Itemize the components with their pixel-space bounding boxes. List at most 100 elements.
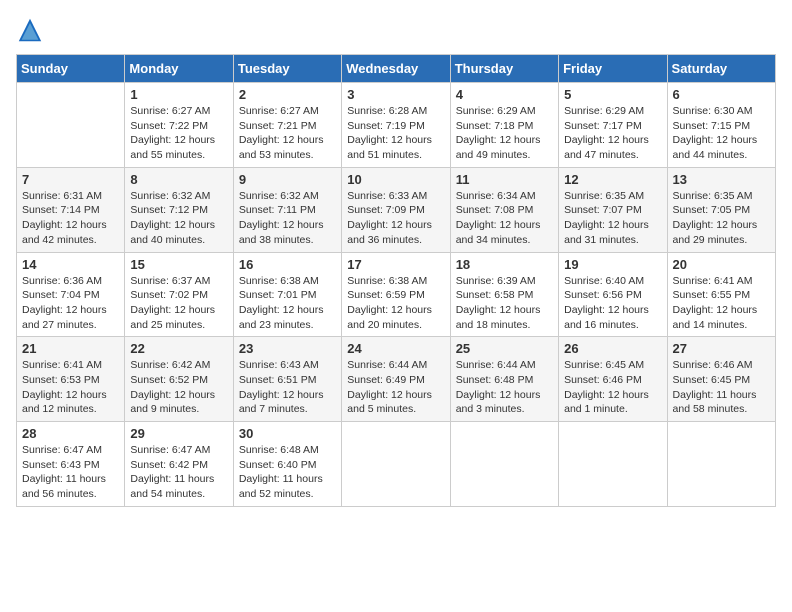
day-number: 11 — [456, 172, 553, 187]
day-info: Sunrise: 6:27 AMSunset: 7:22 PMDaylight:… — [130, 104, 227, 163]
calendar-cell: 17 Sunrise: 6:38 AMSunset: 6:59 PMDayligh… — [342, 252, 450, 337]
calendar-cell: 22 Sunrise: 6:42 AMSunset: 6:52 PMDayligh… — [125, 337, 233, 422]
day-info: Sunrise: 6:40 AMSunset: 6:56 PMDaylight:… — [564, 274, 661, 333]
logo-icon — [16, 16, 44, 44]
day-info: Sunrise: 6:44 AMSunset: 6:48 PMDaylight:… — [456, 358, 553, 417]
day-info: Sunrise: 6:28 AMSunset: 7:19 PMDaylight:… — [347, 104, 444, 163]
day-of-week-header: Saturday — [667, 55, 775, 83]
day-info: Sunrise: 6:29 AMSunset: 7:17 PMDaylight:… — [564, 104, 661, 163]
day-number: 22 — [130, 341, 227, 356]
day-number: 16 — [239, 257, 336, 272]
day-number: 29 — [130, 426, 227, 441]
day-info: Sunrise: 6:48 AMSunset: 6:40 PMDaylight:… — [239, 443, 336, 502]
day-info: Sunrise: 6:35 AMSunset: 7:07 PMDaylight:… — [564, 189, 661, 248]
day-number: 4 — [456, 87, 553, 102]
day-info: Sunrise: 6:38 AMSunset: 6:59 PMDaylight:… — [347, 274, 444, 333]
day-of-week-header: Friday — [559, 55, 667, 83]
day-of-week-header: Thursday — [450, 55, 558, 83]
day-info: Sunrise: 6:46 AMSunset: 6:45 PMDaylight:… — [673, 358, 770, 417]
day-info: Sunrise: 6:45 AMSunset: 6:46 PMDaylight:… — [564, 358, 661, 417]
day-number: 20 — [673, 257, 770, 272]
day-number: 26 — [564, 341, 661, 356]
day-info: Sunrise: 6:41 AMSunset: 6:53 PMDaylight:… — [22, 358, 119, 417]
calendar-cell: 4 Sunrise: 6:29 AMSunset: 7:18 PMDaylight… — [450, 83, 558, 168]
calendar-cell: 11 Sunrise: 6:34 AMSunset: 7:08 PMDayligh… — [450, 167, 558, 252]
day-number: 9 — [239, 172, 336, 187]
calendar-week-row: 14 Sunrise: 6:36 AMSunset: 7:04 PMDayligh… — [17, 252, 776, 337]
day-info: Sunrise: 6:36 AMSunset: 7:04 PMDaylight:… — [22, 274, 119, 333]
calendar-cell: 19 Sunrise: 6:40 AMSunset: 6:56 PMDayligh… — [559, 252, 667, 337]
day-number: 15 — [130, 257, 227, 272]
day-info: Sunrise: 6:43 AMSunset: 6:51 PMDaylight:… — [239, 358, 336, 417]
day-number: 24 — [347, 341, 444, 356]
day-of-week-header: Sunday — [17, 55, 125, 83]
calendar-cell — [342, 422, 450, 507]
day-info: Sunrise: 6:44 AMSunset: 6:49 PMDaylight:… — [347, 358, 444, 417]
day-info: Sunrise: 6:47 AMSunset: 6:43 PMDaylight:… — [22, 443, 119, 502]
day-number: 8 — [130, 172, 227, 187]
calendar-cell: 7 Sunrise: 6:31 AMSunset: 7:14 PMDaylight… — [17, 167, 125, 252]
calendar-week-row: 1 Sunrise: 6:27 AMSunset: 7:22 PMDaylight… — [17, 83, 776, 168]
day-info: Sunrise: 6:38 AMSunset: 7:01 PMDaylight:… — [239, 274, 336, 333]
day-info: Sunrise: 6:33 AMSunset: 7:09 PMDaylight:… — [347, 189, 444, 248]
calendar-cell: 3 Sunrise: 6:28 AMSunset: 7:19 PMDaylight… — [342, 83, 450, 168]
calendar-cell: 13Sunrise: 6:35 AMSunset: 7:05 PMDayligh… — [667, 167, 775, 252]
calendar-cell: 12 Sunrise: 6:35 AMSunset: 7:07 PMDayligh… — [559, 167, 667, 252]
logo — [16, 16, 48, 44]
day-number: 30 — [239, 426, 336, 441]
day-info: Sunrise: 6:29 AMSunset: 7:18 PMDaylight:… — [456, 104, 553, 163]
day-number: 6 — [673, 87, 770, 102]
calendar-cell: 21 Sunrise: 6:41 AMSunset: 6:53 PMDayligh… — [17, 337, 125, 422]
calendar-header-row: SundayMondayTuesdayWednesdayThursdayFrid… — [17, 55, 776, 83]
day-number: 5 — [564, 87, 661, 102]
calendar-cell: 1 Sunrise: 6:27 AMSunset: 7:22 PMDaylight… — [125, 83, 233, 168]
calendar-cell: 2 Sunrise: 6:27 AMSunset: 7:21 PMDaylight… — [233, 83, 341, 168]
day-number: 19 — [564, 257, 661, 272]
day-info: Sunrise: 6:41 AMSunset: 6:55 PMDaylight:… — [673, 274, 770, 333]
day-info: Sunrise: 6:31 AMSunset: 7:14 PMDaylight:… — [22, 189, 119, 248]
day-info: Sunrise: 6:34 AMSunset: 7:08 PMDaylight:… — [456, 189, 553, 248]
calendar-cell: 24 Sunrise: 6:44 AMSunset: 6:49 PMDayligh… — [342, 337, 450, 422]
day-number: 7 — [22, 172, 119, 187]
day-info: Sunrise: 6:47 AMSunset: 6:42 PMDaylight:… — [130, 443, 227, 502]
day-number: 12 — [564, 172, 661, 187]
day-number: 25 — [456, 341, 553, 356]
day-number: 2 — [239, 87, 336, 102]
day-number: 23 — [239, 341, 336, 356]
day-number: 14 — [22, 257, 119, 272]
calendar-week-row: 21 Sunrise: 6:41 AMSunset: 6:53 PMDayligh… — [17, 337, 776, 422]
day-number: 1 — [130, 87, 227, 102]
calendar-cell: 9 Sunrise: 6:32 AMSunset: 7:11 PMDaylight… — [233, 167, 341, 252]
day-info: Sunrise: 6:35 AMSunset: 7:05 PMDaylight:… — [673, 189, 770, 248]
calendar-cell — [17, 83, 125, 168]
day-info: Sunrise: 6:42 AMSunset: 6:52 PMDaylight:… — [130, 358, 227, 417]
day-number: 18 — [456, 257, 553, 272]
calendar-cell: 28 Sunrise: 6:47 AMSunset: 6:43 PMDayligh… — [17, 422, 125, 507]
calendar-cell — [667, 422, 775, 507]
day-number: 21 — [22, 341, 119, 356]
calendar-cell: 14 Sunrise: 6:36 AMSunset: 7:04 PMDayligh… — [17, 252, 125, 337]
calendar-cell: 27 Sunrise: 6:46 AMSunset: 6:45 PMDayligh… — [667, 337, 775, 422]
day-number: 27 — [673, 341, 770, 356]
calendar-cell — [450, 422, 558, 507]
day-info: Sunrise: 6:32 AMSunset: 7:12 PMDaylight:… — [130, 189, 227, 248]
day-of-week-header: Wednesday — [342, 55, 450, 83]
day-of-week-header: Tuesday — [233, 55, 341, 83]
calendar-week-row: 28 Sunrise: 6:47 AMSunset: 6:43 PMDayligh… — [17, 422, 776, 507]
calendar-cell: 18Sunrise: 6:39 AMSunset: 6:58 PMDayligh… — [450, 252, 558, 337]
day-number: 10 — [347, 172, 444, 187]
calendar-week-row: 7 Sunrise: 6:31 AMSunset: 7:14 PMDaylight… — [17, 167, 776, 252]
day-number: 3 — [347, 87, 444, 102]
calendar-cell: 30 Sunrise: 6:48 AMSunset: 6:40 PMDayligh… — [233, 422, 341, 507]
calendar-cell: 23 Sunrise: 6:43 AMSunset: 6:51 PMDayligh… — [233, 337, 341, 422]
day-number: 17 — [347, 257, 444, 272]
day-of-week-header: Monday — [125, 55, 233, 83]
calendar-cell: 6Sunrise: 6:30 AMSunset: 7:15 PMDaylight… — [667, 83, 775, 168]
day-number: 28 — [22, 426, 119, 441]
day-info: Sunrise: 6:37 AMSunset: 7:02 PMDaylight:… — [130, 274, 227, 333]
day-info: Sunrise: 6:27 AMSunset: 7:21 PMDaylight:… — [239, 104, 336, 163]
calendar-table: SundayMondayTuesdayWednesdayThursdayFrid… — [16, 54, 776, 507]
day-info: Sunrise: 6:32 AMSunset: 7:11 PMDaylight:… — [239, 189, 336, 248]
calendar-cell: 16 Sunrise: 6:38 AMSunset: 7:01 PMDayligh… — [233, 252, 341, 337]
calendar-cell: 20 Sunrise: 6:41 AMSunset: 6:55 PMDayligh… — [667, 252, 775, 337]
